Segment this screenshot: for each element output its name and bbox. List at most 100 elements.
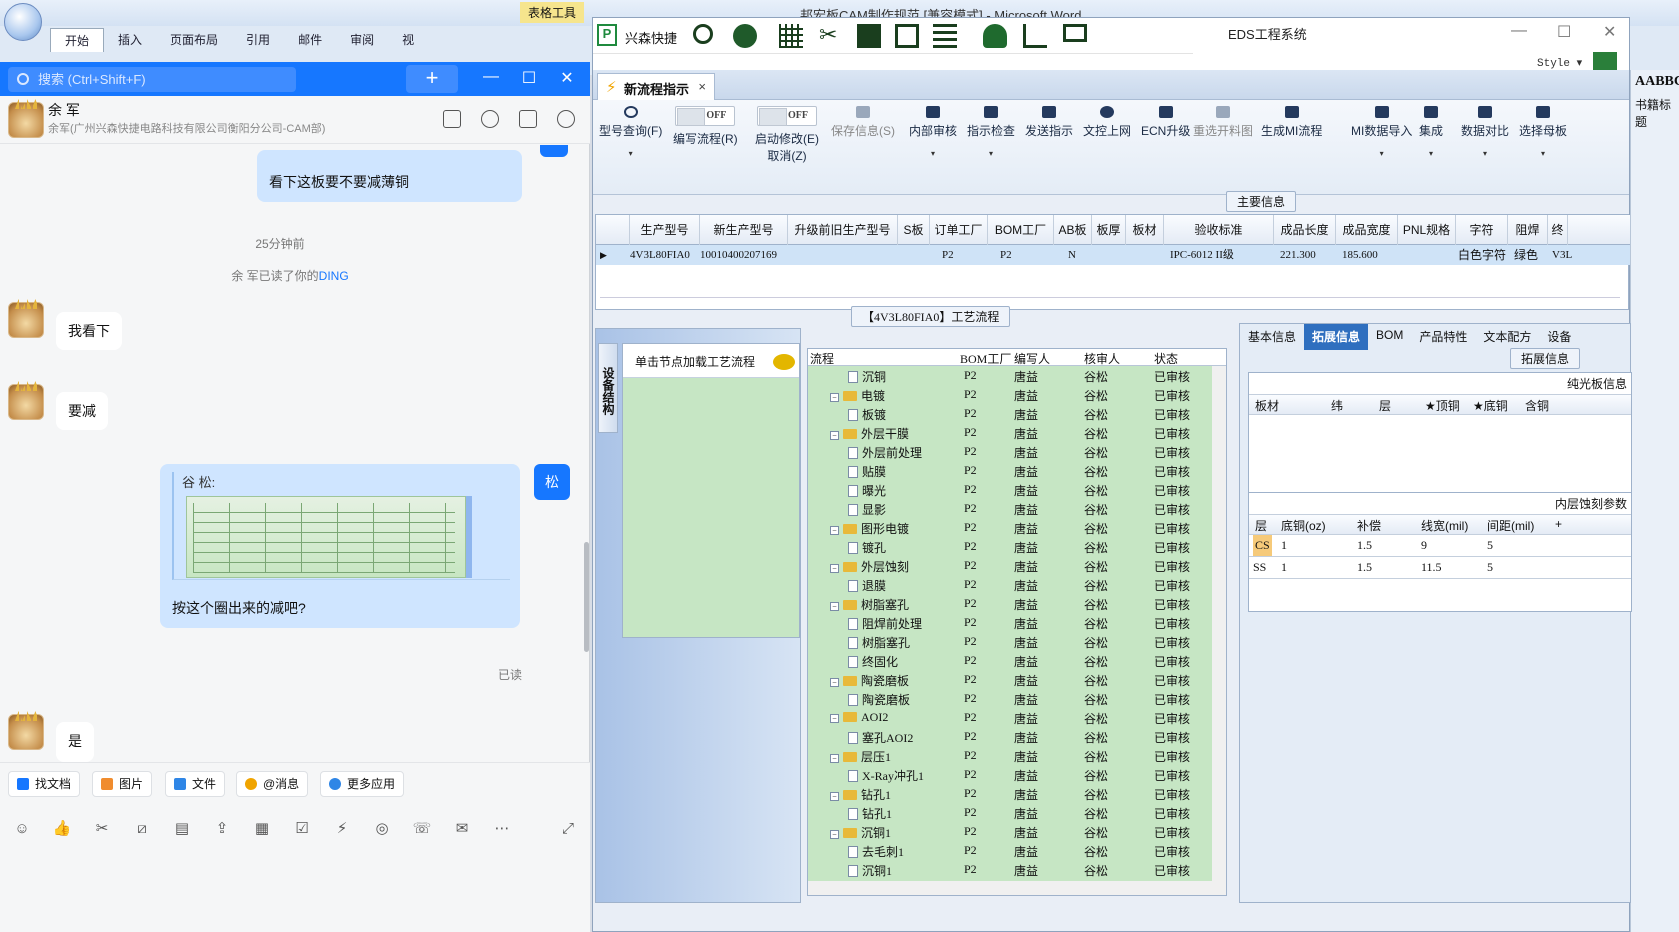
tree-header-cell[interactable]: 流程 (810, 350, 834, 367)
grid-header-cell[interactable]: AB板 (1054, 215, 1092, 245)
tree-row[interactable]: − 外层干膜 P2 唐益 谷松 已审核 (808, 423, 1226, 442)
add-button[interactable]: + (406, 65, 458, 93)
contact-avatar[interactable] (8, 102, 44, 138)
tree-node-label[interactable]: 塞孔AOI2 (848, 729, 913, 746)
ecn-upgrade-button[interactable]: ECN升级 (1141, 106, 1190, 139)
toggle-switch[interactable]: OFF (757, 106, 817, 126)
tree-node-label[interactable]: 钻孔1 (848, 805, 892, 822)
search-input[interactable]: 搜索 (Ctrl+Shift+F) (8, 67, 296, 92)
tree-node-label[interactable]: − AOI2 (830, 710, 888, 725)
tree-node-label[interactable]: − 外层干膜 (830, 425, 909, 442)
grid-header-cell[interactable]: PNL规格 (1398, 215, 1456, 245)
folder-icon[interactable] (443, 110, 461, 128)
tree-row[interactable]: 退膜 P2 唐益 谷松 已审核 (808, 575, 1226, 593)
maximize-icon[interactable]: ☐ (518, 68, 540, 88)
collapse-icon[interactable]: − (830, 602, 839, 611)
tab-product-features[interactable]: 产品特性 (1411, 324, 1475, 350)
grid-cell[interactable]: 5 (1487, 538, 1493, 553)
tree-row[interactable]: 曝光 P2 唐益 谷松 已审核 (808, 480, 1226, 499)
collapse-icon[interactable]: − (830, 393, 839, 402)
write-flow-toggle[interactable]: OFF 编写流程(R) (673, 106, 738, 147)
tree-node-label[interactable]: 终固化 (848, 653, 898, 670)
enable-edit-toggle[interactable]: OFF 启动修改(E) 取消(Z) (755, 106, 819, 164)
grid-cell[interactable]: P2 (942, 245, 954, 265)
task-check-icon[interactable]: ☑ (292, 819, 312, 839)
grid-header-cell[interactable]: 验收标准 (1164, 215, 1274, 245)
reselect-cut-map-button[interactable]: 重选开料图 (1193, 106, 1253, 139)
column-header[interactable]: 板材 (1255, 397, 1279, 414)
word-tab-insert[interactable]: 插入 (104, 28, 156, 52)
tree-node-label[interactable]: 陶瓷磨板 (848, 691, 910, 708)
tree-row[interactable]: 树脂塞孔 P2 唐益 谷松 已审核 (808, 632, 1226, 650)
tree-row[interactable]: − 电镀 P2 唐益 谷松 已审核 (808, 385, 1226, 403)
integrate-button[interactable]: 集成 ▾ (1419, 106, 1443, 158)
grid-header-cell[interactable]: 升级前旧生产型号 (788, 215, 898, 245)
expand-icon[interactable]: ⤢ (558, 819, 578, 839)
tree-node-label[interactable]: X-Ray冲孔1 (848, 767, 924, 784)
file-button[interactable]: 文件 (165, 771, 226, 797)
tree-header-cell[interactable]: BOM工厂 (960, 350, 1011, 367)
tree-row[interactable]: − 树脂塞孔 P2 唐益 谷松 已审核 (808, 594, 1226, 612)
tree-row[interactable]: 板镀 P2 唐益 谷松 已审核 (808, 404, 1226, 422)
grid-cell[interactable]: 11.5 (1421, 560, 1442, 575)
tree-node-label[interactable]: − 陶瓷磨板 (830, 672, 909, 689)
collapse-icon[interactable]: − (830, 526, 839, 535)
grid-header-cell[interactable]: 新生产型号 (700, 215, 788, 245)
cancel-label[interactable]: 取消(Z) (767, 149, 806, 163)
grid-cell[interactable]: 1 (1281, 560, 1287, 575)
column-header[interactable]: 线宽(mil) (1421, 517, 1468, 534)
calendar-icon[interactable]: ▦ (252, 819, 272, 839)
send-instruction-button[interactable]: 发送指示 (1025, 106, 1073, 139)
close-tab-icon[interactable]: × (698, 79, 706, 94)
equipment-structure-tab[interactable]: 设备结构 (598, 343, 618, 433)
grid-icon[interactable] (779, 24, 803, 48)
tab-bom[interactable]: BOM (1368, 324, 1411, 350)
scissors-icon[interactable]: ✂ (819, 24, 843, 48)
tab-equipment[interactable]: 设备 (1539, 324, 1579, 350)
tree-row[interactable]: 钻孔1 P2 唐益 谷松 已审核 (808, 803, 1226, 822)
globe-icon[interactable] (733, 24, 757, 48)
tab-extended-info[interactable]: 拓展信息 (1304, 324, 1369, 350)
tree-header-cell[interactable]: 核审人 (1084, 350, 1120, 367)
grid-cell[interactable]: P2 (1000, 245, 1012, 265)
style-preview[interactable]: AABBC (1635, 74, 1679, 90)
tree-node-label[interactable]: 贴膜 (848, 463, 886, 480)
search-icon[interactable] (693, 24, 713, 44)
word-tab-mailings[interactable]: 邮件 (284, 28, 336, 52)
word-tab-layout[interactable]: 页面布局 (156, 28, 232, 52)
collapse-icon[interactable]: − (830, 792, 839, 801)
mail-icon[interactable]: ✉ (452, 819, 472, 839)
tree-row[interactable]: 塞孔AOI2 P2 唐益 谷松 已审核 (808, 727, 1226, 746)
tree-row[interactable]: − 钻孔1 P2 唐益 谷松 已审核 (808, 784, 1226, 802)
tree-node-label[interactable]: 曝光 (848, 482, 886, 499)
tree-header-cell[interactable]: 编写人 (1014, 350, 1050, 367)
chart-icon[interactable] (1023, 24, 1047, 48)
grid-cell[interactable]: 185.600 (1342, 245, 1378, 265)
toggle-switch[interactable]: OFF (675, 106, 736, 126)
message-bubble-received[interactable]: 我看下 (56, 312, 122, 350)
more-apps-button[interactable]: 更多应用 (320, 771, 405, 797)
copy-icon[interactable] (895, 24, 919, 48)
collapse-icon[interactable]: − (830, 714, 839, 723)
grid-cell[interactable]: 1 (1281, 538, 1287, 553)
grid-cell[interactable]: 221.300 (1280, 245, 1316, 265)
model-query-button[interactable]: 型号查询(F) ▾ (599, 106, 662, 158)
choose-master-board-button[interactable]: 选择母板 ▾ (1519, 106, 1567, 158)
style-selector[interactable]: Style ▾ (1537, 56, 1582, 70)
column-header[interactable]: 间距(mil) (1487, 517, 1534, 534)
word-tab-references[interactable]: 引用 (232, 28, 284, 52)
tab-new-flow[interactable]: ⚡ 新流程指示 × (597, 73, 715, 100)
tree-row[interactable]: 沉铜1 P2 唐益 谷松 已审核 (808, 860, 1226, 878)
grid-header-cell[interactable]: 板材 (1126, 215, 1164, 245)
grid-header-cell[interactable]: BOM工厂 (988, 215, 1054, 245)
contact-avatar[interactable] (8, 384, 44, 420)
scissors-icon[interactable]: ✂ (92, 819, 112, 839)
tree-row[interactable]: 终固化 P2 唐益 谷松 已审核 (808, 651, 1226, 670)
word-tab-home[interactable]: 开始 (50, 28, 105, 52)
tree-row[interactable]: − 沉铜1 P2 唐益 谷松 已审核 (808, 822, 1226, 840)
grid-cell[interactable]: 5 (1487, 560, 1493, 575)
film-icon[interactable] (857, 24, 881, 48)
message-bubble-sent-quote[interactable]: 谷 松: 按这个圈出来的减吧? (160, 464, 520, 628)
grid-cell[interactable]: CS (1253, 535, 1272, 556)
monitor-icon[interactable] (1063, 24, 1087, 42)
